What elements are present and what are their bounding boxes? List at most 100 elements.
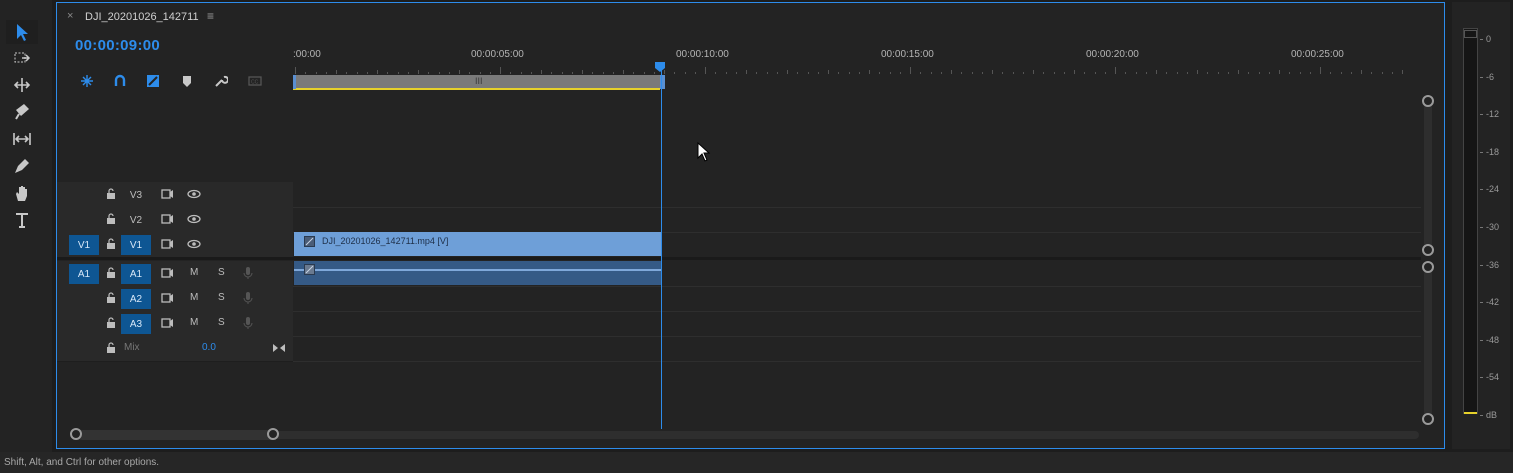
linked-selection-icon[interactable]	[112, 73, 128, 89]
sync-lock-icon[interactable]	[160, 266, 174, 280]
sync-lock-icon[interactable]	[160, 187, 174, 201]
lock-icon[interactable]	[105, 238, 117, 250]
scroll-handle-icon[interactable]	[1422, 244, 1434, 256]
ruler-subtick	[1350, 72, 1352, 74]
mouse-cursor-icon	[697, 142, 711, 162]
work-area-grip[interactable]: III	[475, 76, 483, 86]
solo-button[interactable]: S	[218, 267, 225, 278]
mute-button[interactable]: M	[190, 317, 198, 328]
audio-vertical-scrollbar[interactable]	[1424, 265, 1432, 419]
pen-tool-icon[interactable]	[6, 154, 38, 178]
lock-icon[interactable]	[105, 188, 117, 200]
scroll-handle-icon[interactable]	[1422, 413, 1434, 425]
sync-lock-icon[interactable]	[160, 237, 174, 251]
mix-volume-value[interactable]: 0.0	[202, 342, 216, 353]
sync-lock-icon[interactable]	[160, 316, 174, 330]
lock-icon[interactable]	[105, 342, 117, 354]
hand-tool-icon[interactable]	[6, 181, 38, 205]
mute-button[interactable]: M	[190, 267, 198, 278]
ruler-subtick	[1176, 72, 1178, 74]
ruler-subtick	[1207, 72, 1209, 74]
ruler-subtick	[1125, 72, 1127, 74]
ruler-subtick	[1289, 72, 1291, 74]
razor-tool-icon[interactable]	[6, 100, 38, 124]
track-target-v1[interactable]: V1	[121, 235, 151, 255]
eye-icon[interactable]	[187, 212, 201, 226]
ruler-tick	[705, 67, 706, 74]
source-patch-v1[interactable]: V1	[69, 235, 99, 255]
marker-icon[interactable]	[179, 73, 195, 89]
ruler-subtick	[1166, 72, 1168, 74]
track-target-a2[interactable]: A2	[121, 289, 151, 309]
ruler-subtick	[838, 72, 840, 74]
wrench-icon[interactable]	[213, 73, 229, 89]
eye-icon[interactable]	[187, 187, 201, 201]
ruler-subtick	[981, 72, 983, 74]
ruler-label: 00:00:05:00	[471, 49, 524, 60]
zoom-scroll-thumb[interactable]	[77, 430, 275, 440]
microphone-icon[interactable]	[241, 291, 255, 305]
close-tab-icon[interactable]: ×	[67, 10, 73, 22]
clip-indicator[interactable]	[1464, 30, 1477, 38]
playhead-timecode[interactable]: 00:00:09:00	[75, 37, 160, 54]
scroll-handle-icon[interactable]	[1422, 261, 1434, 273]
ripple-edit-tool-icon[interactable]	[6, 73, 38, 97]
add-marker-icon[interactable]	[145, 73, 161, 89]
ruler-subtick	[448, 72, 450, 74]
audio-clip-volume-line[interactable]	[294, 269, 661, 271]
track-lane-a3[interactable]	[293, 311, 1421, 337]
track-target-v2[interactable]: V2	[121, 210, 151, 230]
track-lane-mix[interactable]	[293, 336, 1421, 362]
video-audio-divider[interactable]	[57, 257, 1421, 260]
lock-icon[interactable]	[105, 213, 117, 225]
ruler-tick	[582, 70, 583, 74]
solo-button[interactable]: S	[218, 317, 225, 328]
type-tool-icon[interactable]	[6, 208, 38, 232]
ruler-subtick	[1340, 72, 1342, 74]
lock-icon[interactable]	[105, 292, 117, 304]
audio-clip[interactable]	[294, 261, 661, 285]
snap-icon[interactable]	[79, 73, 95, 89]
ruler-tick	[336, 70, 337, 74]
ruler-subtick	[1145, 72, 1147, 74]
meter-scale-label: dB	[1486, 410, 1498, 420]
track-lane-v2[interactable]	[293, 207, 1421, 233]
slip-tool-icon[interactable]	[6, 127, 38, 151]
lock-icon[interactable]	[105, 267, 117, 279]
ruler-label: :00:00	[293, 49, 321, 60]
ruler-subtick	[571, 72, 573, 74]
ruler-subtick	[315, 72, 317, 74]
track-target-v3[interactable]: V3	[121, 185, 151, 205]
work-area-start-handle[interactable]	[293, 75, 296, 89]
scroll-handle-icon[interactable]	[1422, 95, 1434, 107]
zoom-handle-icon[interactable]	[267, 428, 279, 440]
source-patch-a1[interactable]: A1	[69, 264, 99, 284]
sync-lock-icon[interactable]	[160, 212, 174, 226]
track-target-a1[interactable]: A1	[121, 264, 151, 284]
go-to-in-out-icon[interactable]	[272, 341, 286, 355]
selection-tool-icon[interactable]	[6, 20, 38, 44]
lock-icon[interactable]	[105, 317, 117, 329]
microphone-icon[interactable]	[241, 316, 255, 330]
sequence-tab-title[interactable]: DJI_20201026_142711	[85, 11, 199, 23]
track-lane-a2[interactable]	[293, 286, 1421, 312]
track-lane-v3[interactable]	[293, 182, 1421, 208]
microphone-icon[interactable]	[241, 266, 255, 280]
playhead-handle[interactable]	[654, 61, 666, 73]
sync-lock-icon[interactable]	[160, 291, 174, 305]
ruler-label: 00:00:15:00	[881, 49, 934, 60]
ruler-subtick	[971, 72, 973, 74]
ruler-subtick	[1022, 72, 1024, 74]
panel-menu-icon[interactable]: ≡	[207, 9, 214, 23]
eye-icon[interactable]	[187, 237, 201, 251]
track-target-a3[interactable]: A3	[121, 314, 151, 334]
video-vertical-scrollbar[interactable]	[1424, 99, 1432, 251]
ruler-subtick	[766, 72, 768, 74]
captions-icon[interactable]: CC	[247, 73, 263, 89]
track-select-tool-icon[interactable]	[6, 46, 38, 70]
playhead-line[interactable]	[661, 69, 662, 429]
solo-button[interactable]: S	[218, 292, 225, 303]
zoom-handle-icon[interactable]	[70, 428, 82, 440]
mute-button[interactable]: M	[190, 292, 198, 303]
ruler-subtick	[889, 72, 891, 74]
